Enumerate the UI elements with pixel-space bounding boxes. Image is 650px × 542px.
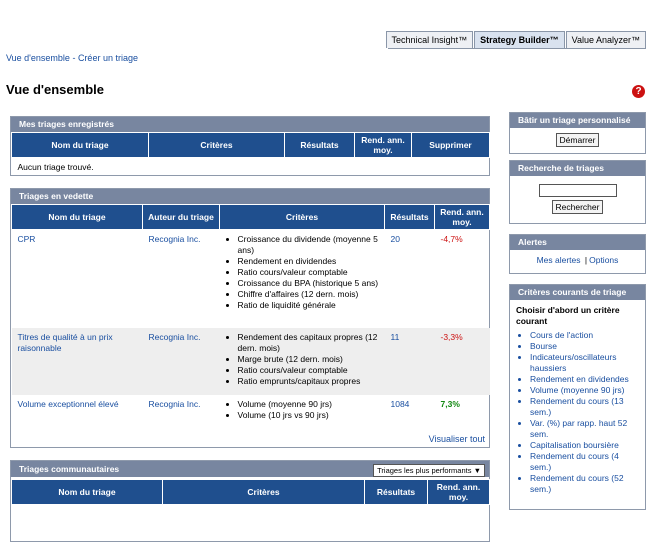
breadcrumb-current-link[interactable]: Créer un triage <box>78 53 138 63</box>
criteria-link-return-13w[interactable]: Rendement du cours (13 sem.) <box>530 396 639 418</box>
tab-technical-insight[interactable]: Technical Insight™ <box>385 31 474 48</box>
community-sort-value: Triages les plus performants <box>377 466 472 475</box>
screen-author-link[interactable]: Recognia Inc. <box>149 332 201 342</box>
table-row: Titres de qualité à un prix raisonnable … <box>11 327 490 395</box>
saved-screens-table: Nom du triage Critères Résultats Rend. a… <box>11 132 490 177</box>
product-tabs: Technical Insight™ Strategy Builder™ Val… <box>385 31 646 48</box>
col-header-return: Rend. ann. moy. <box>427 479 490 505</box>
screen-author-link[interactable]: Recognia Inc. <box>149 399 201 409</box>
screen-name-link[interactable]: Titres de qualité à un prix raisonnable <box>18 332 113 353</box>
build-screen-panel: Bâtir un triage personnalisé Démarrer <box>509 112 646 154</box>
search-screens-panel: Recherche de triages Rechercher <box>509 160 646 224</box>
annual-return: -3,3% <box>440 331 463 342</box>
breadcrumb-separator: - <box>69 53 78 63</box>
chevron-down-icon: ▼ <box>473 466 481 475</box>
col-header-results: Résultats <box>384 204 435 230</box>
community-screens-panel: Triages communautaires Triages les plus … <box>10 460 490 542</box>
featured-screens-title: Triages en vedette <box>11 189 489 204</box>
alert-options-link[interactable]: Options <box>589 255 618 265</box>
col-header-criteria: Critères <box>148 132 285 158</box>
my-alerts-link[interactable]: Mes alertes <box>537 255 581 265</box>
col-header-return: Rend. ann. moy. <box>434 204 490 230</box>
common-criteria-list: Cours de l'action Bourse Indicateurs/osc… <box>516 330 639 495</box>
alerts-separator: | <box>584 255 588 265</box>
col-header-name: Nom du triage <box>11 132 149 158</box>
criteria-link-market-cap[interactable]: Capitalisation boursière <box>530 440 639 451</box>
annual-return: 7,3% <box>440 398 460 409</box>
start-button[interactable]: Démarrer <box>555 133 600 147</box>
common-criteria-panel: Critères courants de triage Choisir d'ab… <box>509 284 646 510</box>
screen-author-link[interactable]: Recognia Inc. <box>149 234 201 244</box>
alerts-panel: Alertes Mes alertes | Options <box>509 234 646 274</box>
col-header-delete: Supprimer <box>411 132 490 158</box>
criteria-item: Rendement en dividendes <box>238 256 379 267</box>
criteria-link-return-52w[interactable]: Rendement du cours (52 sem.) <box>530 473 639 495</box>
criteria-item: Ratio cours/valeur comptable <box>238 267 379 278</box>
criteria-item: Croissance du dividende (moyenne 5 ans) <box>238 234 379 256</box>
page-title: Vue d'ensemble <box>6 82 104 97</box>
results-count-link[interactable]: 11 <box>391 332 400 342</box>
criteria-link-bullish-indicators[interactable]: Indicateurs/oscillateurs haussiers <box>530 352 639 374</box>
saved-screens-title: Mes triages enregistrés <box>11 117 489 132</box>
table-row: Volume exceptionnel élevé Recognia Inc. … <box>12 395 490 427</box>
screen-name-link[interactable]: Volume exceptionnel élevé <box>18 399 119 409</box>
build-screen-title: Bâtir un triage personnalisé <box>510 113 645 128</box>
col-header-return: Rend. ann. moy. <box>354 132 412 158</box>
screen-name-link[interactable]: CPR <box>18 234 36 244</box>
search-input[interactable] <box>538 184 617 197</box>
criteria-item: Croissance du BPA (historique 5 ans) <box>238 278 379 289</box>
col-header-author: Auteur du triage <box>142 204 220 230</box>
criteria-item: Ratio emprunts/capitaux propres <box>238 376 379 387</box>
view-all-link[interactable]: Visualiser tout <box>429 434 485 444</box>
col-header-criteria: Critères <box>219 204 385 230</box>
col-header-name: Nom du triage <box>11 479 163 505</box>
criteria-item: Marge brute (12 dern. mois) <box>238 354 379 365</box>
col-header-results: Résultats <box>364 479 428 505</box>
criteria-link-volume-90d[interactable]: Volume (moyenne 90 jrs) <box>530 385 639 396</box>
common-criteria-intro: Choisir d'abord un critère courant <box>516 305 620 326</box>
criteria-item: Volume (moyenne 90 jrs) <box>238 399 379 410</box>
criteria-link-return-4w[interactable]: Rendement du cours (4 sem.) <box>530 451 639 473</box>
alerts-title: Alertes <box>510 235 645 250</box>
criteria-list: Rendement des capitaux propres (12 dern.… <box>226 332 379 387</box>
criteria-item: Chiffre d'affaires (12 dern. mois) <box>238 289 379 300</box>
results-count-link[interactable]: 20 <box>391 234 400 244</box>
tab-strategy-builder[interactable]: Strategy Builder™ <box>474 31 565 48</box>
saved-screens-panel: Mes triages enregistrés Nom du triage Cr… <box>10 116 490 176</box>
search-button[interactable]: Rechercher <box>551 200 604 214</box>
tab-value-analyzer[interactable]: Value Analyzer™ <box>565 31 646 48</box>
common-criteria-title: Critères courants de triage <box>510 285 645 300</box>
table-row: CPR Recognia Inc. Croissance du dividend… <box>12 230 490 328</box>
saved-empty-message: Aucun triage trouvé. <box>17 162 94 172</box>
breadcrumb: Vue d'ensemble - Créer un triage <box>6 53 138 63</box>
criteria-list: Volume (moyenne 90 jrs) Volume (10 jrs v… <box>226 399 379 421</box>
annual-return: -4,7% <box>440 234 463 244</box>
criteria-item: Volume (10 jrs vs 90 jrs) <box>238 410 379 421</box>
criteria-list: Croissance du dividende (moyenne 5 ans) … <box>226 234 379 311</box>
col-header-criteria: Critères <box>162 479 365 505</box>
criteria-link-dividend-yield[interactable]: Rendement en dividendes <box>530 374 639 385</box>
help-icon[interactable]: ? <box>632 85 645 98</box>
criteria-item: Rendement des capitaux propres (12 dern.… <box>238 332 379 354</box>
col-header-results: Résultats <box>284 132 355 158</box>
criteria-item: Ratio cours/valeur comptable <box>238 365 379 376</box>
featured-screens-panel: Triages en vedette Nom du triage Auteur … <box>10 188 490 448</box>
col-header-name: Nom du triage <box>11 204 143 230</box>
criteria-link-share-price[interactable]: Cours de l'action <box>530 330 639 341</box>
featured-screens-table: Nom du triage Auteur du triage Critères … <box>11 204 490 427</box>
breadcrumb-home-link[interactable]: Vue d'ensemble <box>6 53 70 63</box>
results-count-link[interactable]: 1084 <box>391 399 410 409</box>
community-screens-table: Nom du triage Critères Résultats Rend. a… <box>11 479 490 505</box>
criteria-link-exchange[interactable]: Bourse <box>530 341 639 352</box>
criteria-item: Ratio de liquidité générale <box>238 300 379 311</box>
search-screens-title: Recherche de triages <box>510 161 645 176</box>
tab-underline <box>388 48 646 49</box>
community-sort-dropdown[interactable]: Triages les plus performants ▼ <box>373 464 485 477</box>
criteria-link-pct-from-52w-high[interactable]: Var. (%) par rapp. haut 52 sem. <box>530 418 639 440</box>
